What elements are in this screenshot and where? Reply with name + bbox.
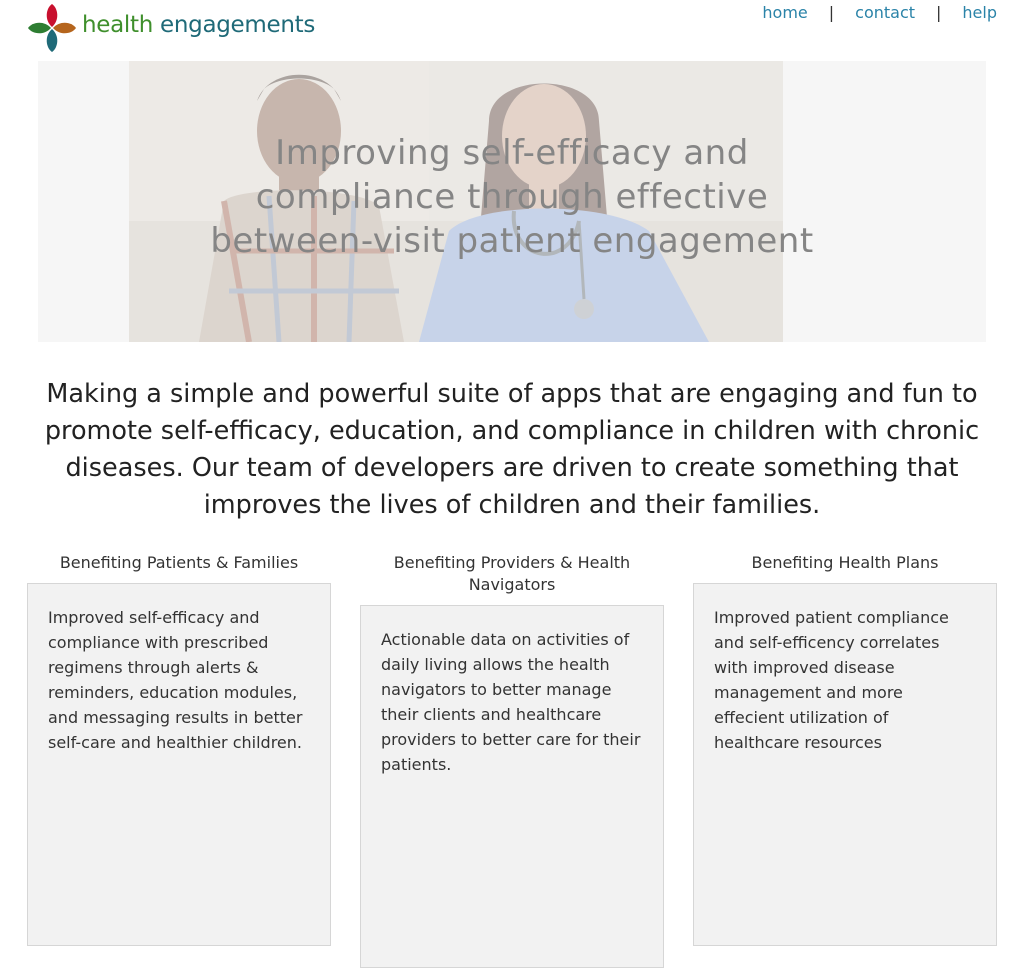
nav-separator: | xyxy=(936,3,942,22)
logo-petals-icon xyxy=(28,4,76,52)
logo-word-health: health xyxy=(82,12,154,38)
benefit-heading: Benefiting Health Plans xyxy=(751,553,939,572)
hero-title-line: compliance through effective xyxy=(255,177,769,217)
nav-help-link[interactable]: help xyxy=(962,3,997,22)
logo-wordmark: health engagements xyxy=(82,12,315,38)
benefit-column-health-plans: Benefiting Health Plans Improved patient… xyxy=(693,552,997,946)
benefit-heading: Benefiting Patients & Families xyxy=(59,553,299,572)
benefit-body: Improved self-efficacy and compliance wi… xyxy=(27,583,331,946)
top-nav: home | contact | help xyxy=(762,3,997,22)
nav-separator: | xyxy=(828,3,835,22)
hero-banner: Improving self-efficacy and compliance t… xyxy=(38,61,986,342)
benefit-heading: Benefiting Providers & Health Navigators xyxy=(393,553,631,594)
logo-word-engagements: engagements xyxy=(160,12,316,38)
nav-home-link[interactable]: home xyxy=(762,3,807,22)
site-header: health engagements home | contact | help xyxy=(0,0,1024,60)
nav-contact-link[interactable]: contact xyxy=(855,3,915,22)
benefit-column-providers: Benefiting Providers & Health Navigators… xyxy=(360,552,664,968)
hero-title: Improving self-efficacy and compliance t… xyxy=(38,131,986,263)
benefit-body: Actionable data on activities of daily l… xyxy=(360,605,664,968)
intro-text: Making a simple and powerful suite of ap… xyxy=(44,379,980,520)
logo[interactable]: health engagements xyxy=(26,2,316,54)
benefit-column-patients: Benefiting Patients & Families Improved … xyxy=(27,552,331,946)
hero-title-line: between-visit patient engagement xyxy=(210,221,814,261)
hero-title-line: Improving self-efficacy and xyxy=(275,133,749,173)
benefit-body: Improved patient compliance and self-eff… xyxy=(693,583,997,946)
